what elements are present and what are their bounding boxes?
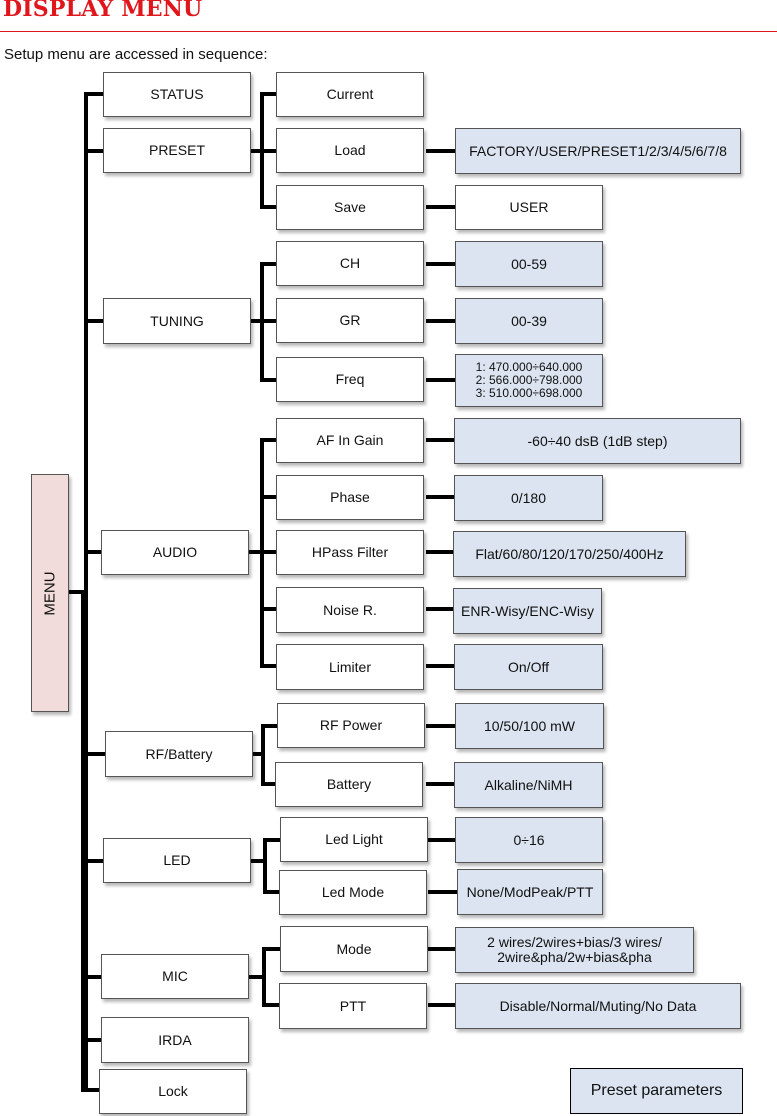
value-mode-line: 2wire&pha/2w+bias&pha xyxy=(497,949,652,965)
submenu-ch-label: CH xyxy=(339,255,361,271)
value-noise-r: ENR-Wisy/ENC-Wisy xyxy=(453,588,602,634)
value-ptt: Disable/Normal/Muting/No Data xyxy=(455,983,741,1029)
value-limiter-text: On/Off xyxy=(508,658,549,675)
submenu-ch[interactable]: CH xyxy=(276,241,424,286)
value-gr: 00-39 xyxy=(455,298,603,344)
value-limiter: On/Off xyxy=(454,644,603,690)
menu-rf-battery-label: RF/Battery xyxy=(145,745,213,762)
submenu-load-label: Load xyxy=(334,142,366,158)
value-led-mode-text: None/ModPeak/PTT xyxy=(466,883,594,900)
submenu-rf-power-label: RF Power xyxy=(319,717,383,733)
value-gr-text: 00-39 xyxy=(511,312,547,329)
submenu-af-in-gain-label: AF In Gain xyxy=(316,432,384,448)
submenu-gr[interactable]: GR xyxy=(276,298,424,343)
menu-lock[interactable]: Lock xyxy=(99,1069,247,1114)
menu-tuning-label: TUNING xyxy=(150,312,204,329)
menu-root-label: MENU xyxy=(41,570,59,616)
value-ptt-text: Disable/Normal/Muting/No Data xyxy=(499,997,697,1014)
submenu-load[interactable]: Load xyxy=(276,128,424,173)
menu-tuning[interactable]: TUNING xyxy=(103,298,251,344)
submenu-af-in-gain[interactable]: AF In Gain xyxy=(276,418,424,463)
menu-audio[interactable]: AUDIO xyxy=(101,530,249,575)
menu-status[interactable]: STATUS xyxy=(103,72,251,117)
value-rf-power-text: 10/50/100 mW xyxy=(483,717,576,734)
submenu-phase[interactable]: Phase xyxy=(276,475,424,520)
submenu-led-mode[interactable]: Led Mode xyxy=(279,870,427,915)
submenu-rf-power[interactable]: RF Power xyxy=(277,703,425,748)
menu-mic[interactable]: MIC xyxy=(101,954,249,999)
submenu-hpass-filter[interactable]: HPass Filter xyxy=(276,530,424,575)
submenu-save[interactable]: Save xyxy=(276,185,424,230)
value-phase-text: 0/180 xyxy=(510,489,547,506)
menu-preset-label: PRESET xyxy=(148,142,205,158)
submenu-mode[interactable]: Mode xyxy=(280,926,428,972)
value-hpass-filter-text: Flat/60/80/120/170/250/400Hz xyxy=(475,545,664,562)
menu-led-label: LED xyxy=(163,852,191,868)
submenu-hpass-filter-label: HPass Filter xyxy=(311,544,389,560)
value-battery: Alkaline/NiMH xyxy=(454,762,603,808)
menu-lock-label: Lock xyxy=(158,1083,188,1099)
submenu-led-light-label: Led Light xyxy=(325,831,383,847)
menu-irda-label: IRDA xyxy=(158,1031,192,1048)
legend-preset-parameters: Preset parameters xyxy=(570,1068,743,1114)
submenu-current-label: Current xyxy=(326,86,374,102)
menu-led[interactable]: LED xyxy=(103,838,251,883)
submenu-ptt-label: PTT xyxy=(339,997,367,1014)
menu-irda[interactable]: IRDA xyxy=(101,1017,249,1063)
legend-label: Preset parameters xyxy=(590,1082,723,1099)
menu-mic-label: MIC xyxy=(162,968,188,984)
value-mode: 2 wires/2wires+bias/3 wires/ 2wire&pha/2… xyxy=(455,927,694,973)
submenu-freq[interactable]: Freq xyxy=(276,357,424,402)
value-led-light: 0÷16 xyxy=(455,817,603,863)
value-af-in-gain: -60÷40 dsB (1dB step) xyxy=(454,418,741,464)
submenu-freq-label: Freq xyxy=(335,371,365,387)
submenu-gr-label: GR xyxy=(339,312,361,328)
value-save: USER xyxy=(455,185,603,230)
value-save-text: USER xyxy=(509,199,549,215)
submenu-ptt[interactable]: PTT xyxy=(279,983,427,1029)
value-led-light-text: 0÷16 xyxy=(513,831,545,848)
menu-audio-label: AUDIO xyxy=(152,544,198,560)
value-af-in-gain-text: -60÷40 dsB (1dB step) xyxy=(527,432,668,449)
submenu-battery-label: Battery xyxy=(326,776,372,792)
value-freq: 1: 470.000÷640.000 2: 566.000÷798.000 3:… xyxy=(455,354,603,407)
value-load: FACTORY/USER/PRESET1/2/3/4/5/6/7/8 xyxy=(455,128,741,174)
value-battery-text: Alkaline/NiMH xyxy=(484,776,573,793)
submenu-phase-label: Phase xyxy=(330,489,370,505)
value-mode-line: 2 wires/2wires+bias/3 wires/ xyxy=(487,934,662,950)
menu-rf-battery[interactable]: RF/Battery xyxy=(105,731,253,777)
submenu-battery[interactable]: Battery xyxy=(275,762,423,807)
value-ch: 00-59 xyxy=(455,241,603,287)
menu-status-label: STATUS xyxy=(150,86,204,102)
submenu-led-mode-label: Led Mode xyxy=(321,884,385,900)
value-led-mode: None/ModPeak/PTT xyxy=(457,869,603,915)
submenu-limiter-label: Limiter xyxy=(328,658,371,675)
submenu-current[interactable]: Current xyxy=(276,72,424,117)
menu-preset[interactable]: PRESET xyxy=(103,128,251,173)
submenu-limiter[interactable]: Limiter xyxy=(276,644,424,690)
value-ch-text: 00-59 xyxy=(511,255,547,272)
submenu-noise-r-label: Noise R. xyxy=(323,601,377,618)
menu-root: MENU xyxy=(31,474,69,712)
submenu-noise-r[interactable]: Noise R. xyxy=(276,587,424,633)
value-phase: 0/180 xyxy=(454,475,603,521)
value-freq-line: 3: 510.000÷698.000 xyxy=(475,386,583,400)
submenu-led-light[interactable]: Led Light xyxy=(280,817,428,862)
value-load-text: FACTORY/USER/PRESET1/2/3/4/5/6/7/8 xyxy=(469,142,727,159)
value-noise-r-text: ENR-Wisy/ENC-Wisy xyxy=(461,602,594,619)
submenu-mode-label: Mode xyxy=(336,940,372,957)
value-hpass-filter: Flat/60/80/120/170/250/400Hz xyxy=(453,531,686,577)
submenu-save-label: Save xyxy=(334,199,366,215)
value-rf-power: 10/50/100 mW xyxy=(455,703,604,749)
